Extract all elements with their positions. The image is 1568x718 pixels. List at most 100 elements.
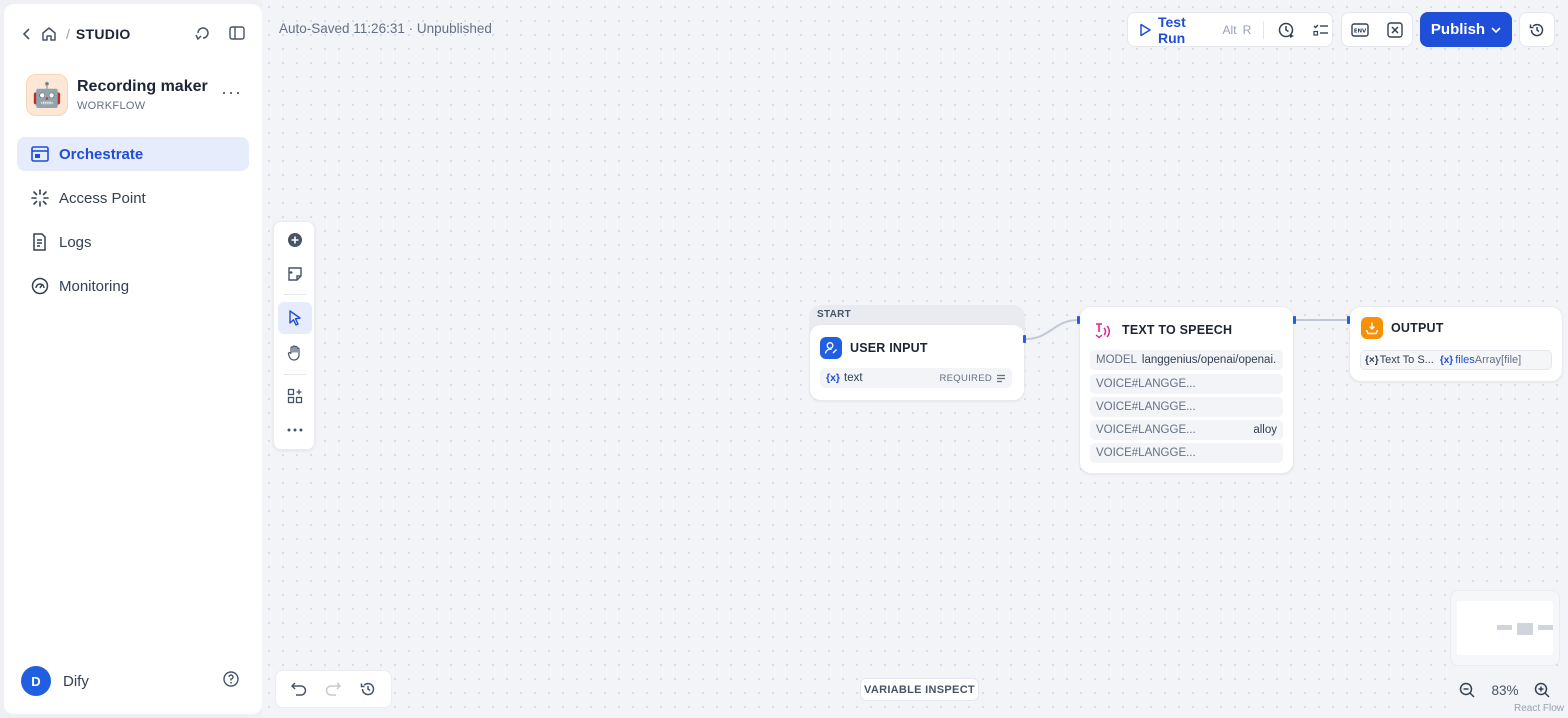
output-var-name: files — [1455, 354, 1475, 366]
start-output-handle[interactable] — [1023, 335, 1026, 343]
required-tag: REQUIRED — [939, 372, 992, 384]
test-run-button[interactable]: Test Run — [1158, 14, 1217, 46]
model-value: langgenius/openai/openai... — [1141, 354, 1277, 366]
help-icon[interactable] — [220, 668, 242, 690]
node-header: TEXT TO SPEECH — [1092, 319, 1232, 341]
breadcrumb: / STUDIO — [16, 22, 131, 46]
palette-divider — [284, 294, 306, 295]
sidebar-item-orchestrate[interactable]: Orchestrate — [17, 137, 249, 171]
orchestrate-icon — [31, 146, 49, 162]
voice-row[interactable]: VOICE#LANGGE... alloy — [1090, 420, 1283, 440]
minimap-node — [1517, 623, 1533, 635]
minimap[interactable] — [1450, 590, 1560, 666]
sidebar: / STUDIO 🤖 Recording maker WORKFLOW ··· … — [4, 4, 262, 714]
sticky-note-icon — [288, 267, 302, 281]
sidebar-item-monitoring[interactable]: Monitoring — [17, 269, 249, 303]
checklist-icon[interactable] — [1310, 19, 1332, 41]
start-label: START — [817, 309, 852, 320]
play-icon[interactable] — [1138, 23, 1152, 37]
variable-inspect-button[interactable]: VARIABLE INSPECT — [860, 678, 979, 701]
user-name: Dify — [63, 672, 89, 690]
text-to-speech-node[interactable]: TEXT TO SPEECH MODEL langgenius/openai/o… — [1079, 306, 1294, 474]
tts-output-handle[interactable] — [1293, 316, 1296, 324]
app-type: WORKFLOW — [77, 100, 146, 112]
add-node-button[interactable] — [278, 224, 312, 256]
user-input-node[interactable]: USER INPUT {x} text REQUIRED — [809, 324, 1025, 401]
refresh-chat-icon[interactable] — [192, 22, 214, 44]
voice-row[interactable]: VOICE#LANGGE... — [1090, 397, 1283, 417]
shortcut-r: R — [1242, 22, 1252, 37]
app-more-icon[interactable]: ··· — [221, 82, 242, 103]
voice-key: VOICE#LANGGE... — [1096, 424, 1196, 436]
layout-grid-icon — [287, 388, 303, 404]
user-menu[interactable]: D Dify — [21, 666, 89, 696]
toolbar-divider — [1263, 20, 1265, 39]
output-variable-row[interactable]: {×} Text To S... {x} files Array[file] — [1360, 350, 1552, 370]
run-history-icon[interactable] — [1276, 19, 1298, 41]
node-title: TEXT TO SPEECH — [1122, 323, 1233, 337]
start-variable-row[interactable]: {x} text REQUIRED — [820, 368, 1012, 388]
back-chevron-icon[interactable] — [16, 23, 38, 45]
history-icon — [1529, 23, 1544, 36]
avatar: D — [21, 666, 51, 696]
env-variables-icon[interactable]: ENV — [1349, 19, 1371, 41]
undo-icon[interactable] — [288, 678, 310, 700]
model-row[interactable]: MODEL langgenius/openai/openai... — [1090, 350, 1283, 370]
react-flow-attribution[interactable]: React Flow — [1514, 703, 1564, 714]
monitoring-icon — [31, 277, 49, 295]
palette-divider — [284, 374, 306, 375]
tts-input-handle[interactable] — [1077, 316, 1080, 324]
variable-icon: {x} — [1439, 354, 1454, 366]
more-tools-button[interactable] — [278, 414, 312, 446]
add-note-button[interactable] — [278, 258, 312, 290]
tool-palette — [273, 221, 315, 450]
more-horizontal-icon — [287, 428, 303, 432]
conversation-variables-icon[interactable] — [1384, 19, 1406, 41]
model-key: MODEL — [1096, 354, 1137, 366]
app-avatar: 🤖 — [26, 74, 68, 116]
zoom-level[interactable]: 83% — [1491, 683, 1518, 698]
variable-icon: {×} — [1365, 354, 1379, 366]
breadcrumb-studio[interactable]: STUDIO — [76, 26, 131, 42]
hand-mode-button[interactable] — [278, 336, 312, 368]
home-icon[interactable] — [38, 23, 60, 45]
sidebar-item-label: Access Point — [59, 189, 146, 207]
zoom-in-icon[interactable] — [1531, 679, 1553, 701]
user-input-icon — [820, 337, 842, 359]
node-title: OUTPUT — [1391, 321, 1444, 335]
sidebar-nav: Orchestrate Access Point Logs Monitoring — [17, 137, 249, 313]
voice-row[interactable]: VOICE#LANGGE... — [1090, 374, 1283, 394]
svg-text:ENV: ENV — [1353, 28, 1366, 34]
test-run-group: Test Run Alt R — [1127, 12, 1333, 47]
organize-blocks-button[interactable] — [278, 380, 312, 412]
version-history-button[interactable] — [1519, 12, 1555, 47]
output-node[interactable]: OUTPUT {×} Text To S... {x} files Array[… — [1349, 306, 1563, 382]
chevron-down-icon — [1491, 26, 1501, 33]
redo-icon[interactable] — [322, 678, 344, 700]
output-input-handle[interactable] — [1347, 316, 1350, 324]
add-circle-icon — [288, 233, 302, 247]
voice-row[interactable]: VOICE#LANGGE... — [1090, 443, 1283, 463]
zoom-out-icon[interactable] — [1456, 679, 1478, 701]
edit-history-icon[interactable] — [357, 678, 379, 700]
pointer-icon — [289, 310, 301, 326]
sidebar-item-label: Orchestrate — [59, 145, 144, 163]
undo-redo-group — [275, 670, 392, 708]
pointer-mode-button[interactable] — [278, 302, 312, 334]
app-card[interactable]: 🤖 Recording maker WORKFLOW — [26, 74, 208, 116]
text-lines-icon — [997, 374, 1005, 382]
start-node-group: START USER INPUT {x} text REQUIRED — [809, 305, 1025, 401]
variable-icon: {x} — [826, 372, 841, 384]
voice-key: VOICE#LANGGE... — [1096, 401, 1196, 413]
sidebar-toggle-icon[interactable] — [226, 22, 248, 44]
sidebar-item-access-point[interactable]: Access Point — [17, 181, 249, 215]
variable-name: text — [844, 372, 863, 384]
breadcrumb-separator: / — [66, 26, 70, 42]
sidebar-item-logs[interactable]: Logs — [17, 225, 249, 259]
node-header: OUTPUT — [1361, 317, 1444, 339]
minimap-viewport[interactable] — [1457, 601, 1553, 655]
voice-value: alloy — [1253, 424, 1277, 436]
output-var-type: Array[file] — [1474, 354, 1522, 366]
app-name: Recording maker — [77, 78, 208, 95]
publish-button[interactable]: Publish — [1420, 12, 1512, 47]
